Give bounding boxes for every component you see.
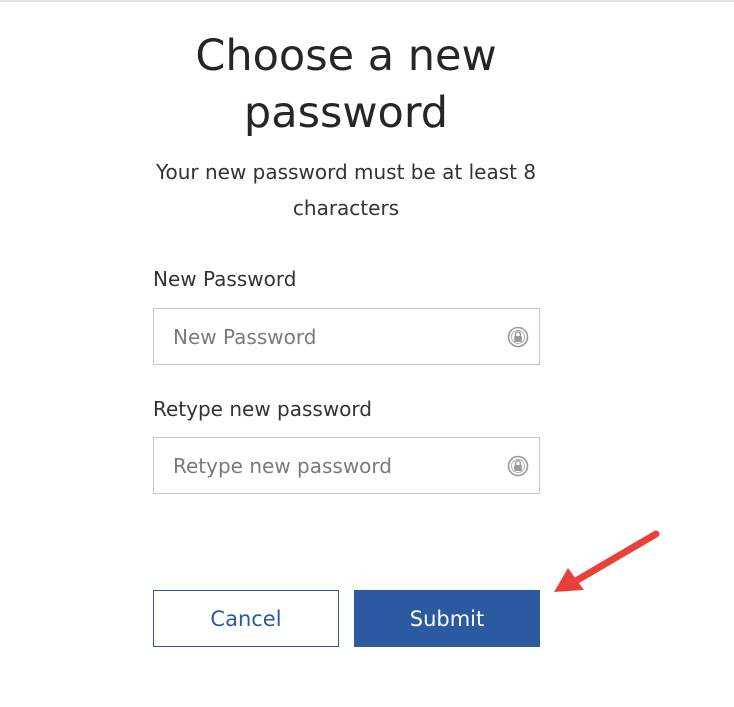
password-key-icon[interactable] (506, 454, 530, 478)
retype-password-label: Retype new password (153, 397, 372, 421)
cancel-button[interactable]: Cancel (153, 590, 339, 647)
submit-button[interactable]: Submit (354, 590, 540, 647)
new-password-label: New Password (153, 267, 297, 291)
new-password-input[interactable] (154, 309, 494, 364)
red-arrow-icon (554, 530, 660, 592)
password-key-icon[interactable] (506, 325, 530, 349)
new-password-field-container (153, 308, 540, 365)
page-title: Choose a new password (195, 31, 497, 138)
retype-password-field-container (153, 437, 540, 494)
top-divider (0, 0, 734, 2)
page-subtitle: Your new password must be at least 8 cha… (155, 160, 537, 220)
retype-password-input[interactable] (154, 438, 494, 493)
